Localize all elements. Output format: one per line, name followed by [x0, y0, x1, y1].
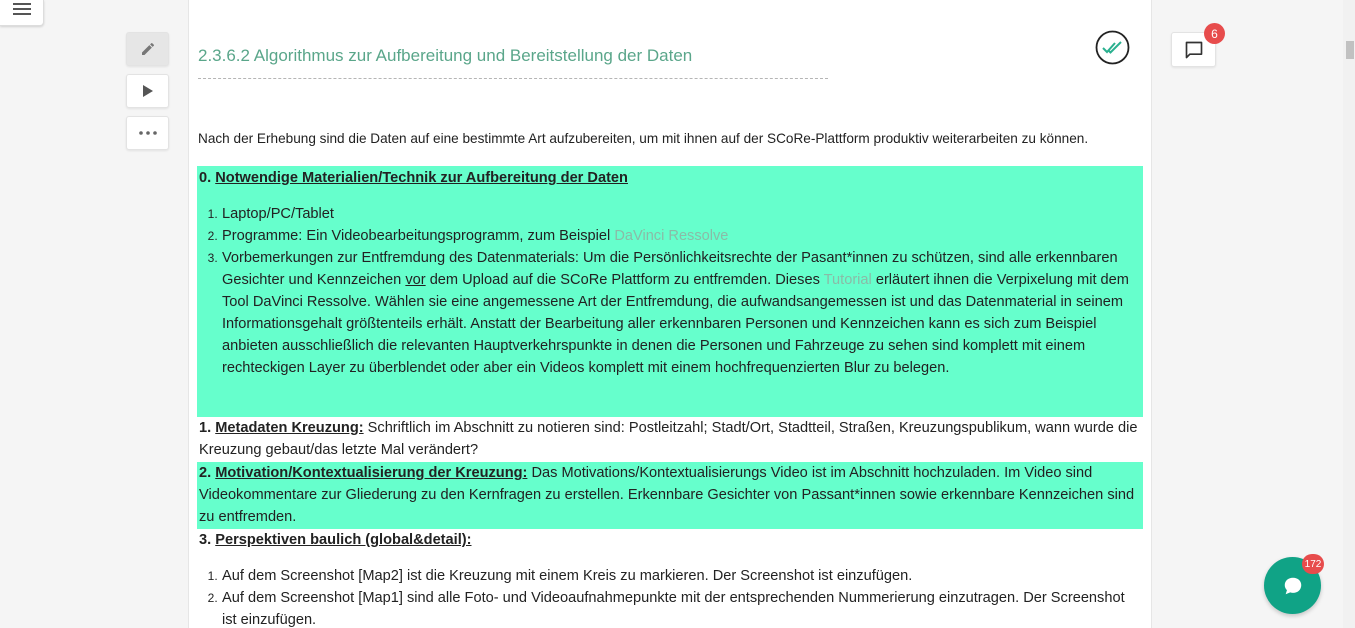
play-icon: [142, 85, 153, 97]
double-check-icon[interactable]: [1095, 30, 1130, 65]
materials-list: Laptop/PC/Tablet Programme: Ein Videobea…: [199, 203, 1141, 379]
block-perspectives: 3. Perspektiven baulich (global&detail):…: [197, 529, 1143, 628]
document-page: 2.3.6.2 Algorithmus zur Aufbereitung und…: [188, 0, 1152, 628]
chat-count-badge: 172: [1302, 554, 1324, 574]
tutorial-link[interactable]: Tutorial: [824, 272, 872, 288]
section-content: 0. Notwendige Materialien/Technik zur Au…: [197, 166, 1143, 628]
comment-icon: [1185, 41, 1202, 58]
play-button[interactable]: [126, 74, 169, 108]
menu-button[interactable]: [0, 0, 44, 26]
scrollbar[interactable]: [1343, 0, 1355, 628]
list-item: Auf dem Screenshot [Map1] sind alle Foto…: [221, 587, 1141, 628]
block-title: 3. Perspektiven baulich (global&detail):: [199, 532, 472, 548]
section-title: 2.3.6.2 Algorithmus zur Aufbereitung und…: [198, 44, 828, 79]
block-metadata: 1. Metadaten Kreuzung: Schriftlich im Ab…: [199, 420, 1138, 458]
block-materials: 0. Notwendige Materialien/Technik zur Au…: [197, 166, 1143, 417]
list-item: Auf dem Screenshot [Map2] ist die Kreuzu…: [221, 565, 1141, 587]
more-button[interactable]: [126, 116, 169, 150]
hamburger-icon: [12, 2, 31, 15]
list-item: Laptop/PC/Tablet: [221, 203, 1141, 225]
block-title: 0. Notwendige Materialien/Technik zur Au…: [199, 170, 628, 186]
perspectives-list: Auf dem Screenshot [Map2] ist die Kreuzu…: [199, 565, 1141, 628]
davinci-link[interactable]: DaVinci Ressolve: [614, 228, 728, 244]
edit-button[interactable]: [126, 32, 169, 66]
list-item: Programme: Ein Videobearbeitungsprogramm…: [221, 225, 1141, 247]
intro-text: Nach der Erhebung sind die Daten auf ein…: [198, 131, 1089, 146]
more-icon: [138, 131, 157, 135]
list-item: Vorbemerkungen zur Entfremdung des Daten…: [221, 247, 1141, 379]
pencil-icon: [141, 42, 154, 55]
scrollbar-thumb[interactable]: [1346, 41, 1354, 59]
chat-bubble-icon: [1284, 577, 1301, 594]
comment-count-badge: 6: [1204, 23, 1225, 44]
block-motivation: 2. Motivation/Kontextualisierung der Kre…: [197, 462, 1143, 529]
